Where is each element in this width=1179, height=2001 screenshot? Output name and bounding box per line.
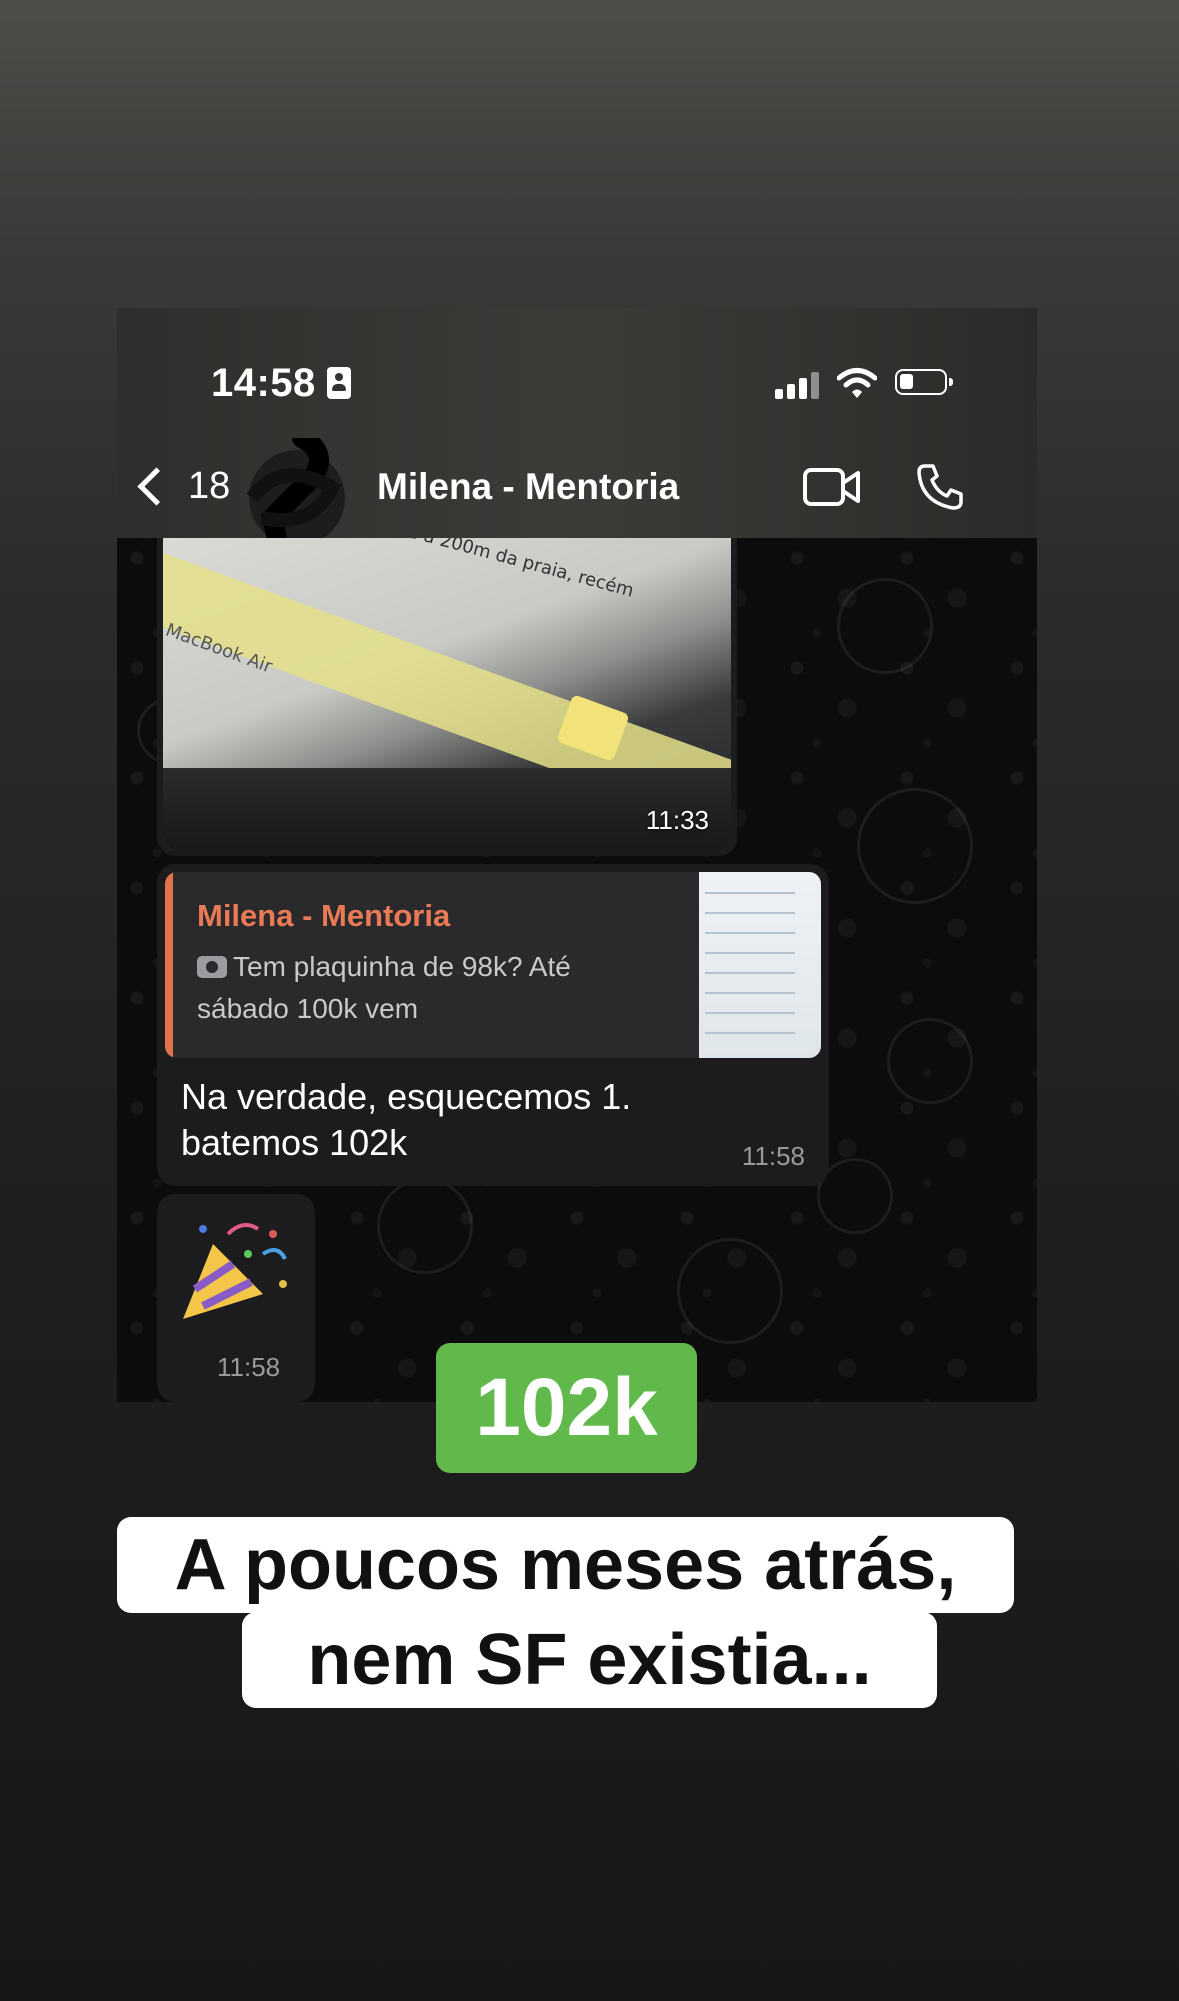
highlight-tag: 102k <box>436 1343 697 1473</box>
caption-line-1: A poucos meses atrás, <box>117 1517 1014 1613</box>
message-text: Na verdade, esquecemos 1. batemos 102k <box>181 1076 632 1163</box>
video-call-icon[interactable] <box>802 466 862 508</box>
party-popper-icon <box>183 1223 287 1319</box>
reply-message[interactable]: Milena - Mentoria Tem plaquinha de 98k? … <box>157 864 829 1186</box>
quoted-text-wrapper: Tem plaquinha de 98k? Até sábado 100k ve… <box>197 946 627 1030</box>
quoted-message[interactable]: Milena - Mentoria Tem plaquinha de 98k? … <box>165 872 821 1058</box>
battery-icon <box>895 369 953 395</box>
chat-header: 14:58 18 Milena - Mentoria <box>117 308 1037 558</box>
unread-count: 18 <box>188 464 231 507</box>
phone-call-icon[interactable] <box>917 462 965 510</box>
photo-caption-text: nce a 200m da praia, recém <box>384 538 636 602</box>
back-button[interactable]: 18 <box>135 456 230 516</box>
quoted-author: Milena - Mentoria <box>197 898 451 933</box>
status-time: 14:58 <box>211 361 316 405</box>
emoji-message[interactable]: 11:58 <box>157 1194 315 1402</box>
cellular-signal-icon <box>775 371 821 399</box>
quoted-text: Tem plaquinha de 98k? Até sábado 100k ve… <box>197 951 571 1024</box>
caption-line-2: nem SF existia... <box>242 1612 937 1708</box>
spreadsheet-thumbnail <box>699 872 821 1058</box>
camera-icon <box>197 956 227 978</box>
quote-accent-bar <box>165 872 173 1058</box>
nav-bar: 18 Milena - Mentoria <box>117 438 1037 558</box>
photo-thumbnail[interactable]: nce a 200m da praia, recém MacBook Air 1… <box>163 538 731 850</box>
wifi-icon <box>836 367 878 399</box>
contact-card-icon <box>327 367 351 399</box>
chat-screenshot: 14:58 18 Milena - Mentoria nce a 200m da… <box>117 308 1037 1402</box>
chat-title[interactable]: Milena - Mentoria <box>377 466 679 508</box>
message-time: 11:58 <box>741 1141 805 1171</box>
message-time: 11:58 <box>217 1352 281 1382</box>
status-bar: 14:58 <box>117 353 1037 413</box>
chevron-left-icon <box>137 466 176 506</box>
message-time: 11:33 <box>645 805 709 835</box>
image-message[interactable]: nce a 200m da praia, recém MacBook Air 1… <box>157 538 737 856</box>
